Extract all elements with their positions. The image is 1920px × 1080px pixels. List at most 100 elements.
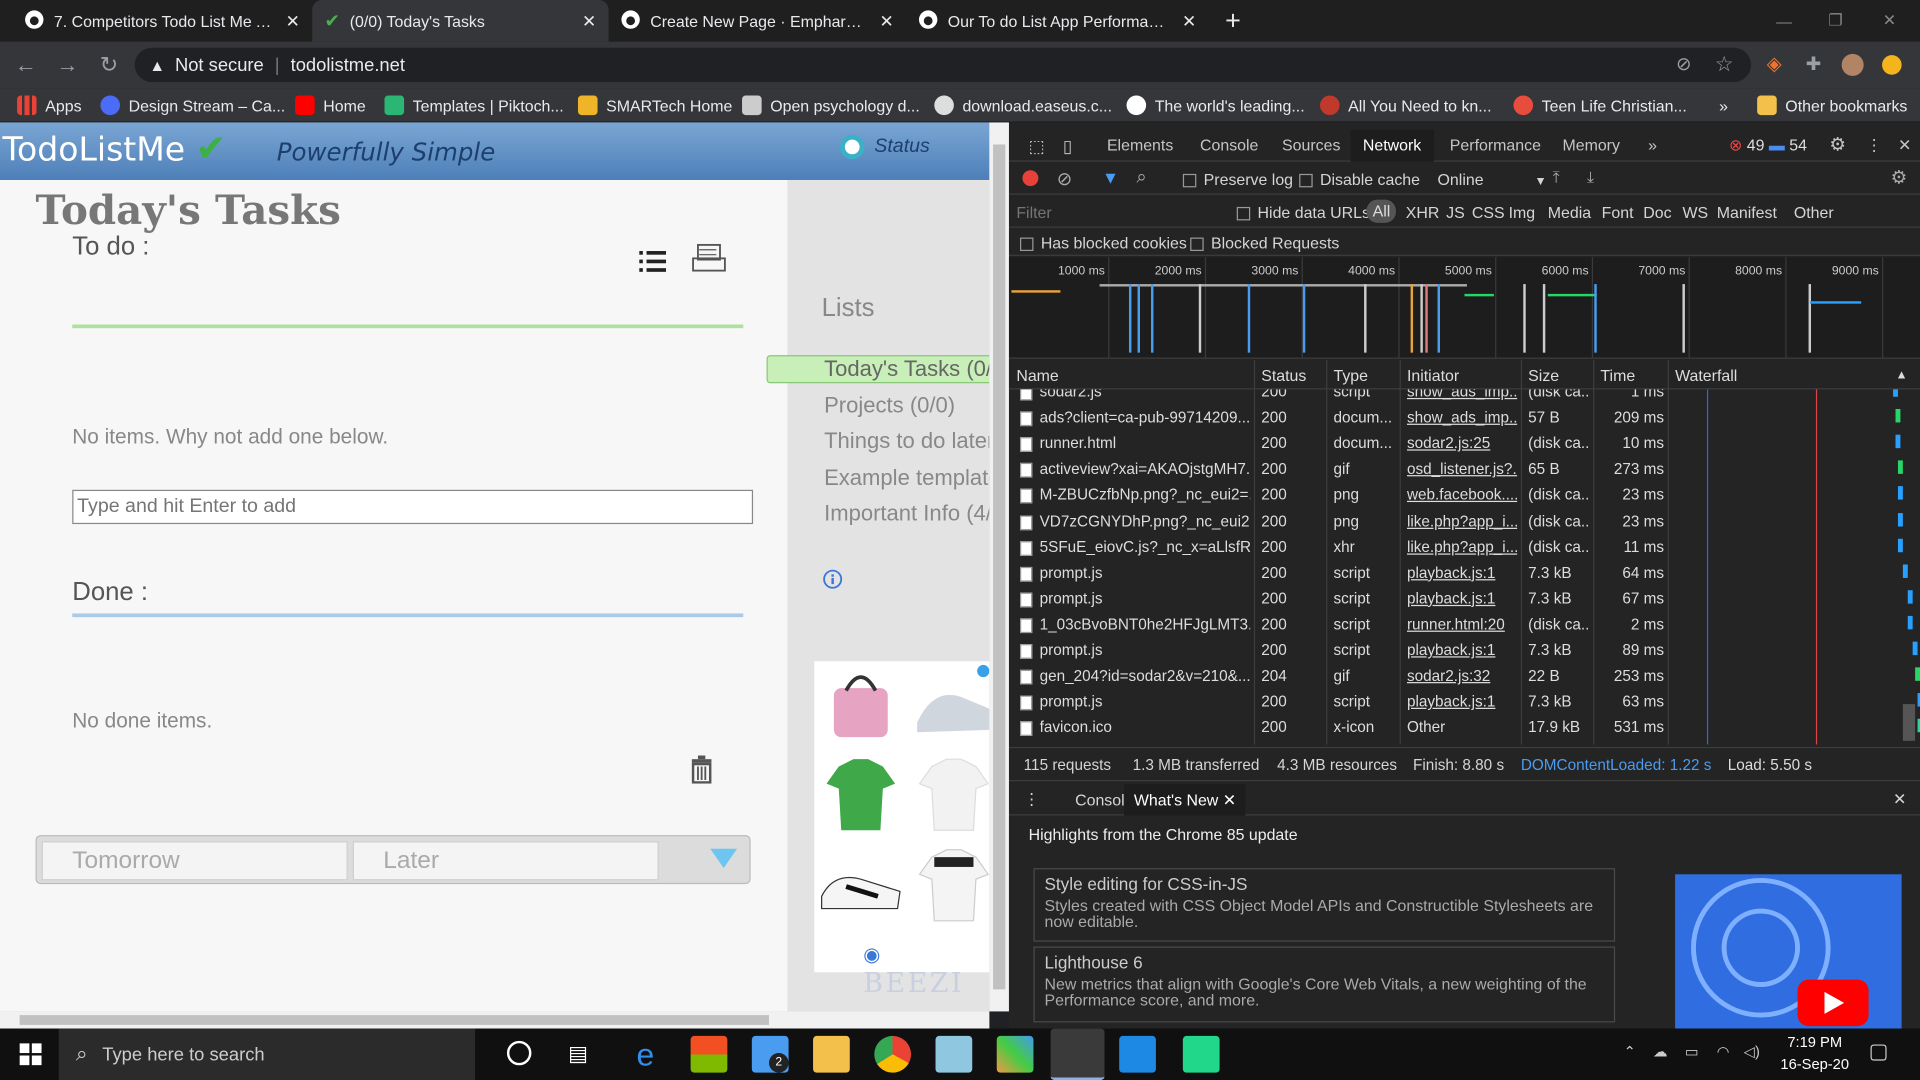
close-tab-icon[interactable]: ✕ <box>582 10 596 31</box>
sort-ascending-icon[interactable]: ▲ <box>1896 369 1908 382</box>
ad-white-shirt-image[interactable] <box>910 752 990 838</box>
close-drawer-tab-icon[interactable]: ✕ <box>1223 791 1236 809</box>
request-initiator[interactable]: like.php?app_i... <box>1407 512 1517 529</box>
request-initiator[interactable]: Other <box>1407 719 1517 736</box>
type-filter-doc[interactable]: Doc <box>1643 203 1671 221</box>
other-bookmarks[interactable]: Other bookmarks <box>1757 93 1907 117</box>
type-filter-all[interactable]: All <box>1366 199 1397 223</box>
blocked-icon[interactable]: ⊘ <box>1668 49 1700 81</box>
disable-cache-checkbox[interactable]: Disable cache <box>1299 170 1420 189</box>
bookmark-teen-life[interactable]: Teen Life Christian... <box>1513 93 1687 117</box>
pycharm-icon[interactable] <box>1182 1035 1220 1073</box>
request-row[interactable]: ads?client=ca-pub-99714209... 200 docum...… <box>1009 405 1920 431</box>
tab-performance[interactable]: Performance <box>1438 130 1554 162</box>
tray-overflow-icon[interactable]: ⌃ <box>1624 1043 1636 1060</box>
tab-memory[interactable]: Memory <box>1550 130 1632 162</box>
tab-network[interactable]: Network <box>1350 129 1434 162</box>
request-row[interactable]: VD7zCGNYDhP.png?_nc_eui2... 200 png like.ph… <box>1009 509 1920 535</box>
hide-data-urls-checkbox[interactable]: Hide data URLs <box>1236 203 1370 222</box>
battery-icon[interactable]: ▭ <box>1685 1043 1699 1060</box>
wifi-icon[interactable]: ◠ <box>1717 1043 1730 1060</box>
request-initiator[interactable]: playback.js:1 <box>1407 642 1517 659</box>
more-bookmarks-button[interactable]: » <box>1719 93 1728 117</box>
request-initiator[interactable]: sodar2.js:32 <box>1407 667 1517 684</box>
site-logo[interactable]: TodoListMe ✔ <box>2 127 226 170</box>
app-icon[interactable] <box>935 1035 973 1073</box>
request-table-scrollbar[interactable] <box>1902 704 1916 741</box>
type-filter-xhr[interactable]: XHR <box>1406 203 1440 221</box>
col-initiator[interactable]: Initiator <box>1407 366 1459 384</box>
browser-tab-3[interactable]: Create New Page · Empharez/En ✕ <box>609 0 907 42</box>
request-row[interactable]: 1_03cBvoBNT0he2HFJgLMT3... 200 script runne… <box>1009 612 1920 638</box>
close-devtools-icon[interactable]: ✕ <box>1886 130 1920 162</box>
tab-console[interactable]: Console <box>1188 130 1271 162</box>
mail-icon[interactable]: 2 <box>751 1035 789 1073</box>
page-vertical-scrollbar[interactable] <box>989 122 1009 1012</box>
chrome-icon[interactable] <box>874 1035 912 1073</box>
reload-button[interactable]: ↻ <box>93 49 125 81</box>
close-window-button[interactable]: ✕ <box>1861 0 1917 42</box>
minimize-button[interactable]: — <box>1756 0 1812 42</box>
request-row[interactable]: prompt.js 200 script playback.js:1 7.3 kB 67 … <box>1009 586 1920 612</box>
volume-icon[interactable]: ◁) <box>1744 1043 1760 1060</box>
col-waterfall[interactable]: Waterfall <box>1675 366 1737 384</box>
whats-new-card[interactable]: Style editing for CSS-in-JS Styles creat… <box>1033 868 1616 942</box>
network-settings-icon[interactable]: ⚙ <box>1891 167 1907 189</box>
browser-tab-4[interactable]: Our To do List App Performance ✕ <box>906 0 1208 42</box>
close-drawer-icon[interactable]: ✕ <box>1893 790 1906 810</box>
export-har-icon[interactable]: ⤓ <box>1587 168 1594 188</box>
extensions-icon[interactable]: ✚ <box>1798 49 1830 81</box>
browser-tab-1[interactable]: 7. Competitors Todo List Me App ✕ <box>12 0 312 42</box>
forward-button[interactable]: → <box>51 49 83 81</box>
request-row[interactable]: prompt.js 200 script playback.js:1 7.3 kB 63 … <box>1009 690 1920 716</box>
task-view-icon[interactable]: ▤ <box>568 1042 588 1066</box>
bookmark-open-psychology[interactable]: Open psychology d... <box>742 93 920 117</box>
bookmark-apps[interactable]: Apps <box>17 93 82 117</box>
tab-later[interactable]: Later <box>352 841 659 881</box>
preserve-log-checkbox[interactable]: Preserve log <box>1182 170 1293 189</box>
type-filter-ws[interactable]: WS <box>1682 203 1708 221</box>
type-filter-manifest[interactable]: Manifest <box>1717 203 1777 221</box>
ad-green-shirt-image[interactable] <box>817 752 905 838</box>
type-filter-other[interactable]: Other <box>1794 203 1834 221</box>
blocked-requests-checkbox[interactable]: Blocked Requests <box>1190 234 1339 252</box>
dropdown-triangle-icon[interactable] <box>710 848 738 875</box>
bookmark-home[interactable]: Home <box>295 93 366 117</box>
clock[interactable]: 7:19 PM 16-Sep-20 <box>1780 1033 1849 1072</box>
close-tab-icon[interactable]: ✕ <box>286 10 300 31</box>
type-filter-img[interactable]: Img <box>1509 203 1536 221</box>
active-app-icon[interactable] <box>1050 1028 1105 1080</box>
col-status[interactable]: Status <box>1261 366 1306 384</box>
back-button[interactable]: ← <box>10 49 42 81</box>
browser-tab-2[interactable]: ✔ (0/0) Today's Tasks ✕ <box>312 0 609 42</box>
request-initiator[interactable]: playback.js:1 <box>1407 693 1517 710</box>
close-tab-icon[interactable]: ✕ <box>1182 10 1196 31</box>
cortana-icon[interactable] <box>506 1040 532 1066</box>
list-item-example-template[interactable]: Example template ( <box>824 465 989 491</box>
more-tabs-button[interactable]: » <box>1636 130 1669 162</box>
request-initiator[interactable]: show_ads_imp... <box>1407 389 1517 400</box>
type-filter-css[interactable]: CSS <box>1472 203 1505 221</box>
ad-handbag-image[interactable] <box>817 661 905 747</box>
close-tab-icon[interactable]: ✕ <box>880 10 894 31</box>
ad-shoe-image[interactable] <box>910 661 990 747</box>
trash-icon[interactable] <box>689 754 713 790</box>
edge-icon[interactable]: e <box>627 1036 664 1073</box>
avatar[interactable] <box>1837 49 1869 81</box>
request-row[interactable]: gen_204?id=sodar2&v=210&... 204 gif sodar2.… <box>1009 664 1920 690</box>
list-item-things-later[interactable]: Things to do later ( <box>824 429 989 455</box>
col-time[interactable]: Time <box>1600 366 1635 384</box>
col-name[interactable]: Name <box>1016 366 1058 384</box>
request-initiator[interactable]: like.php?app_i... <box>1407 538 1517 555</box>
drawer-tab-whats-new[interactable]: What's New ✕ <box>1124 783 1246 816</box>
type-filter-font[interactable]: Font <box>1602 203 1634 221</box>
request-initiator[interactable]: osd_listener.js?... <box>1407 461 1517 478</box>
taskbar-search[interactable]: ⌕ Type here to search <box>58 1028 476 1080</box>
tab-sources[interactable]: Sources <box>1270 130 1353 162</box>
bookmark-design-stream[interactable]: Design Stream – Ca... <box>100 93 285 117</box>
request-initiator[interactable]: sodar2.js:25 <box>1407 435 1517 452</box>
file-explorer-icon[interactable] <box>813 1035 850 1073</box>
bookmark-star-icon[interactable]: ☆ <box>1708 49 1740 81</box>
record-icon[interactable] <box>1022 170 1039 187</box>
list-item-todays-tasks[interactable]: Today's Tasks (0/0 <box>824 356 989 382</box>
